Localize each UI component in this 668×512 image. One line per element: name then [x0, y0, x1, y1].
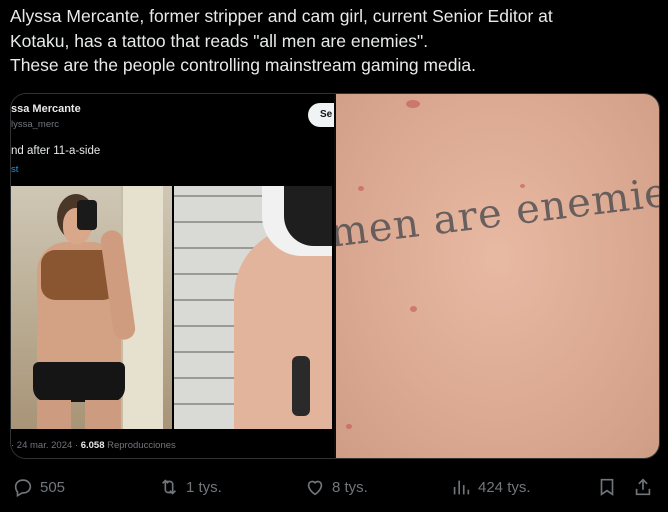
tweet-text-line-3: These are the people controlling mainstr… — [10, 55, 476, 75]
retweet-count: 1 tys. — [186, 478, 222, 496]
retweet-icon — [161, 479, 177, 495]
media-image-embedded-tweet[interactable]: ssa Mercante lyssa_merc Se nd after 11-a… — [11, 94, 334, 458]
views-button[interactable]: 424 tys. — [450, 470, 531, 504]
embedded-tweet-date: · 24 mar. 2024 · — [11, 440, 79, 451]
reply-button[interactable]: 505 — [12, 470, 65, 504]
bookmark-icon — [600, 478, 614, 496]
skin-mark — [410, 306, 417, 312]
embedded-author-name: ssa Mercante — [11, 103, 81, 115]
embedded-tweet-views-count: 6.058 — [80, 440, 105, 451]
share-icon — [635, 478, 651, 496]
skin-mark — [358, 186, 364, 191]
tweet-media[interactable]: ssa Mercante lyssa_merc Se nd after 11-a… — [10, 93, 660, 459]
embedded-tweet-link: st — [11, 164, 19, 175]
reply-count: 505 — [40, 478, 66, 496]
tattoo-closeup-text: men are enemies — [336, 166, 659, 257]
figure-leg — [37, 400, 71, 429]
skin — [234, 226, 332, 429]
views-count: 424 tys. — [478, 478, 531, 496]
embedded-tweet-views-label: Reproducciones — [107, 440, 176, 451]
like-icon — [307, 480, 323, 496]
embedded-photo-tattoo — [174, 186, 332, 429]
phone — [77, 200, 97, 230]
figure-shorts — [33, 362, 125, 402]
media-image-closeup[interactable]: men are enemies — [336, 94, 659, 458]
retweet-button[interactable]: 1 tys. — [158, 470, 222, 504]
tweet-text-line-2: Kotaku, has a tattoo that reads "all men… — [10, 30, 429, 51]
skin-mark — [346, 424, 352, 429]
embedded-author-handle: lyssa_merc — [11, 119, 60, 130]
share-button[interactable] — [632, 470, 654, 504]
tweet-text: Alyssa Mercante, former stripper and cam… — [10, 4, 660, 78]
figure-leg — [85, 400, 121, 429]
tweet-action-bar: 505 1 tys. 8 tys. 424 tys. — [0, 470, 668, 504]
tweet-text-line-1: Alyssa Mercante, former stripper and cam… — [10, 6, 553, 26]
embedded-tweet-text: nd after 11-a-side — [11, 145, 101, 157]
tattoo — [292, 356, 310, 416]
like-button[interactable]: 8 tys. — [304, 470, 368, 504]
views-icon — [453, 480, 470, 495]
embedded-tweet-meta: · 24 mar. 2024 · 6.058 Reproducciones — [11, 440, 176, 451]
skin-mark — [406, 100, 420, 108]
reply-icon — [14, 479, 32, 498]
embedded-follow-button: Se — [308, 103, 334, 127]
like-count: 8 tys. — [332, 478, 368, 496]
bookmark-button[interactable] — [596, 470, 618, 504]
embedded-photo-selfie — [11, 186, 172, 429]
